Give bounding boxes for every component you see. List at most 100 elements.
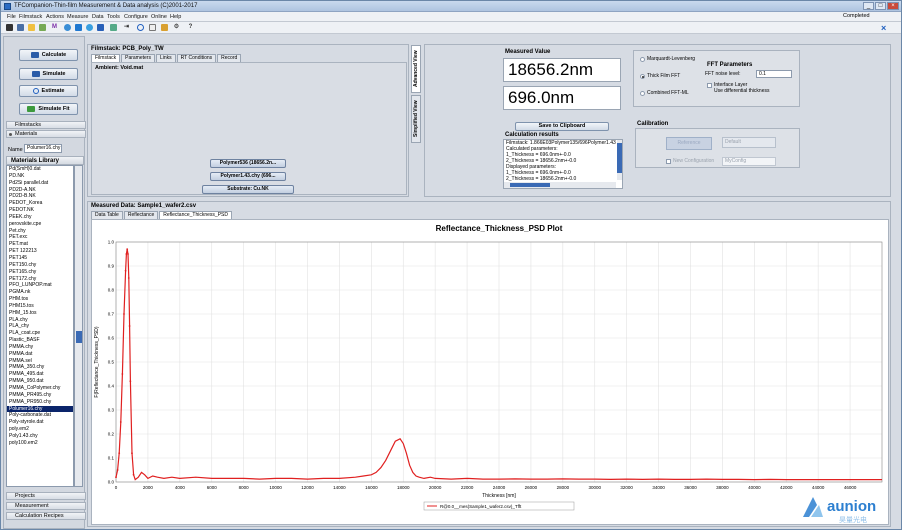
library-item[interactable]: PMMA_495.dat <box>7 371 73 378</box>
library-item[interactable]: PLA_coat.cpe <box>7 330 73 337</box>
play-icon[interactable]: ⇥ <box>123 24 130 31</box>
library-item[interactable]: Polumer16.chy <box>7 405 73 413</box>
tab-advanced-view[interactable]: Advanced View <box>411 45 421 93</box>
circle-icon[interactable] <box>137 24 144 31</box>
library-item[interactable]: PMMA_CoPolymer.chy <box>7 385 73 392</box>
library-item[interactable]: PGMA.nk <box>7 289 73 296</box>
simulate-fit-button[interactable]: Simulate Fit <box>19 103 78 115</box>
tab-parameters[interactable]: Parameters <box>121 54 155 62</box>
scrollbar-thumb[interactable] <box>510 183 550 187</box>
menu-data[interactable]: Data <box>92 14 104 20</box>
close-window-button[interactable]: × <box>887 2 899 10</box>
export-icon[interactable] <box>39 24 46 31</box>
menu-configure[interactable]: Configure <box>124 14 148 20</box>
library-item[interactable]: Pd2Si parallel.dat <box>7 180 73 187</box>
library-item[interactable]: PET172.chy <box>7 276 73 283</box>
tab-record[interactable]: Record <box>217 54 242 62</box>
blue-icon-1[interactable] <box>64 24 71 31</box>
new-icon[interactable] <box>28 24 35 31</box>
measurement-section[interactable]: Measurement <box>6 502 86 510</box>
library-item[interactable]: Poly-carbonate.dat <box>7 412 73 419</box>
library-item[interactable]: Poly-styrole.dat <box>7 419 73 426</box>
library-item[interactable]: PD2D-B.NK <box>7 193 73 200</box>
save-icon[interactable] <box>6 24 13 31</box>
radio-marquardt[interactable]: Marquardt-Levenberg <box>640 56 695 62</box>
layer-polymer143[interactable]: Polymer1.43.chy (696... <box>210 172 286 181</box>
library-item[interactable]: poly.em2 <box>7 426 73 433</box>
scrollbar-thumb[interactable] <box>617 143 622 173</box>
close-icon[interactable]: × <box>881 23 886 33</box>
library-item[interactable]: PEDOT_Korea <box>7 200 73 207</box>
tab-filmstack[interactable]: Filmstack <box>91 54 121 62</box>
calculate-button[interactable]: Calculate <box>19 49 78 61</box>
library-item[interactable]: PMMA.chy <box>7 344 73 351</box>
reference-button[interactable]: Reference <box>666 137 712 150</box>
library-item[interactable]: PMMA_950.dat <box>7 378 73 385</box>
minimize-button[interactable]: _ <box>863 2 874 10</box>
library-item[interactable]: PHM.tos <box>7 296 73 303</box>
library-item[interactable]: PET.exc <box>7 234 73 241</box>
tab-data-table[interactable]: Data Table <box>91 211 123 219</box>
library-item[interactable]: Pd(SmH)0.dat <box>7 166 73 173</box>
open-icon[interactable] <box>17 24 24 31</box>
library-item[interactable]: PLA.chy <box>7 317 73 324</box>
interface-layer-checkbox[interactable]: Interface Layer Use differential thickne… <box>707 83 770 94</box>
library-item[interactable]: PMMA_350.chy <box>7 364 73 371</box>
library-item[interactable]: Poly1.43.chy <box>7 433 73 440</box>
library-item[interactable]: PMMA.sel <box>7 358 73 365</box>
menu-filmstack[interactable]: Filmstack <box>19 14 42 20</box>
radio-thick-film-fft[interactable]: Thick Film FFT <box>640 73 680 79</box>
new-configuration-checkbox[interactable]: New Configuration <box>666 159 714 164</box>
library-item[interactable]: PET 122213 <box>7 248 73 255</box>
library-item[interactable]: perovskite.cpe <box>7 221 73 228</box>
library-item[interactable]: PMMA_PR950.chy <box>7 399 73 406</box>
config-name-input[interactable]: MyConfig <box>722 157 776 166</box>
menu-measure[interactable]: Measure <box>67 14 88 20</box>
calc-horizontal-scrollbar[interactable] <box>504 182 616 188</box>
help-icon[interactable]: ? <box>187 24 194 31</box>
blue-icon-2[interactable] <box>75 24 82 31</box>
calc-vertical-scrollbar[interactable] <box>617 140 622 180</box>
library-item[interactable]: PEDOT.NK <box>7 207 73 214</box>
menu-actions[interactable]: Actions <box>46 14 64 20</box>
tools-icon[interactable]: ⚙ <box>173 24 180 31</box>
blue-icon-4[interactable] <box>97 24 104 31</box>
library-item[interactable]: PHM_15.tos <box>7 310 73 317</box>
tab-reflectance-thickness-psd[interactable]: Reflectance_Thickness_PSD <box>159 211 232 219</box>
layer-substrate[interactable]: Substrate: Cu.NK <box>202 185 294 194</box>
tab-reflectance[interactable]: Reflectance <box>123 211 159 219</box>
export-icon-2[interactable] <box>161 24 168 31</box>
library-item[interactable]: poly100.em2 <box>7 440 73 447</box>
library-item[interactable]: PET150.chy <box>7 262 73 269</box>
name-input[interactable]: Polumer16.chy <box>24 144 62 153</box>
materials-section[interactable]: Materials <box>6 130 86 138</box>
layer-polymer536[interactable]: Polymer536 (18656.2n... <box>210 159 286 168</box>
scrollbar-thumb[interactable] <box>76 331 82 343</box>
library-scrollbar[interactable] <box>74 165 83 487</box>
library-item[interactable]: PET145 <box>7 255 73 262</box>
calculation-recipes-section[interactable]: Calculation Recipes <box>6 512 86 520</box>
tab-rt-conditions[interactable]: RT Conditions <box>176 54 217 62</box>
calibration-select[interactable]: Default <box>722 137 776 148</box>
blue-icon-3[interactable] <box>86 24 93 31</box>
radio-combined-fft-ml[interactable]: Combined FFT-ML <box>640 90 689 96</box>
menu-help[interactable]: Help <box>170 14 181 20</box>
save-to-clipboard-button[interactable]: Save to Clipboard <box>515 122 609 131</box>
fft-noise-input[interactable]: 0.1 <box>756 70 792 78</box>
document-icon[interactable] <box>149 24 156 31</box>
library-item[interactable]: PHM15.tos <box>7 303 73 310</box>
materials-library-list[interactable]: Pd(SmH)0.dat PD.NK Pd2Si parallel.dat PD2D-… <box>6 165 74 487</box>
menu-tools[interactable]: Tools <box>107 14 120 20</box>
library-item[interactable]: Pet.chy <box>7 228 73 235</box>
library-item[interactable]: PMMA.dat <box>7 351 73 358</box>
maximize-button[interactable]: □ <box>875 2 886 10</box>
library-item[interactable]: PD2D-A.NK <box>7 187 73 194</box>
library-item[interactable]: PD.NK <box>7 173 73 180</box>
simulate-button[interactable]: Simulate <box>19 68 78 80</box>
menu-file[interactable]: File <box>7 14 16 20</box>
library-item[interactable]: PLA_chy <box>7 323 73 330</box>
tab-simplified-view[interactable]: Simplified View <box>411 95 421 143</box>
library-item[interactable]: PFO_LUNPOP.mat <box>7 282 73 289</box>
projects-section[interactable]: Projects <box>6 492 86 500</box>
library-item[interactable]: PET.mat <box>7 241 73 248</box>
